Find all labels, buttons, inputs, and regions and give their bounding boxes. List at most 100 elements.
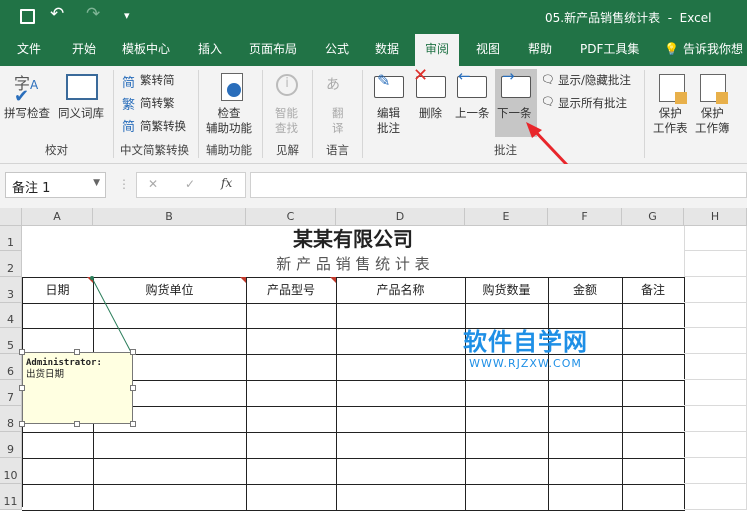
edit-comment-button[interactable]: 编辑 批注 (377, 106, 400, 136)
tab-data[interactable]: 数据 (375, 34, 399, 66)
cell[interactable] (548, 458, 623, 485)
cell[interactable] (22, 458, 94, 485)
protect-sheet-button[interactable]: 保护 工作表 (653, 106, 688, 136)
tab-templates[interactable]: 模板中心 (122, 34, 170, 66)
cell[interactable] (93, 458, 247, 485)
cell[interactable] (684, 484, 747, 510)
row-header-1[interactable]: 1 (0, 226, 22, 251)
row-header-3[interactable]: 3 (0, 277, 22, 303)
row-header-11[interactable]: 11 (0, 484, 22, 510)
name-box[interactable]: 备注 1 ▼ (5, 172, 106, 198)
cell[interactable] (246, 458, 337, 485)
resize-handle[interactable] (130, 349, 136, 355)
comment-box[interactable]: Administrator: 出货日期 (22, 352, 133, 424)
row-header-4[interactable]: 4 (0, 303, 22, 328)
cell[interactable] (622, 328, 685, 355)
cancel-icon[interactable]: ✕ (148, 177, 158, 191)
cell[interactable] (684, 354, 747, 380)
cell[interactable] (684, 226, 747, 251)
tab-review[interactable]: 审阅 (415, 34, 460, 66)
save-icon[interactable] (20, 9, 35, 24)
resize-handle[interactable] (74, 349, 80, 355)
row-header-7[interactable]: 7 (0, 380, 22, 406)
cell[interactable] (684, 380, 747, 406)
cell[interactable] (246, 406, 337, 433)
row-header-2[interactable]: 2 (0, 251, 22, 277)
cell[interactable] (336, 380, 466, 407)
column-header-A[interactable]: A (22, 208, 93, 226)
cell[interactable] (548, 380, 623, 407)
cell[interactable] (684, 251, 747, 277)
tab-view[interactable]: 视图 (476, 34, 500, 66)
formula-input[interactable] (250, 172, 747, 198)
show-hide-comment-button[interactable]: 显示/隐藏批注 (558, 73, 631, 88)
row-header-6[interactable]: 6 (0, 354, 22, 380)
column-header-E[interactable]: E (465, 208, 548, 226)
cell[interactable] (336, 354, 466, 381)
cell[interactable] (622, 458, 685, 485)
resize-handle[interactable] (19, 349, 25, 355)
cell[interactable] (684, 406, 747, 432)
cell[interactable] (684, 303, 747, 328)
cell[interactable] (622, 432, 685, 459)
cell[interactable] (465, 380, 549, 407)
row-header-10[interactable]: 10 (0, 458, 22, 484)
column-header-B[interactable]: B (93, 208, 246, 226)
cell[interactable] (684, 277, 747, 303)
translate-button[interactable]: 翻译 (332, 106, 344, 136)
cell[interactable] (465, 432, 549, 459)
customize-qat-button[interactable]: ▾ (124, 9, 130, 22)
convert-button[interactable]: 简繁转换 (140, 119, 186, 134)
cell[interactable] (246, 380, 337, 407)
cell[interactable] (465, 458, 549, 485)
resize-handle[interactable] (74, 421, 80, 427)
resize-handle[interactable] (130, 421, 136, 427)
spell-check-button[interactable]: 拼写检查 (4, 106, 50, 121)
tell-me-search[interactable]: 告诉我你想 (683, 34, 743, 66)
select-all-corner[interactable] (0, 208, 22, 226)
cell[interactable] (93, 432, 247, 459)
cell[interactable] (246, 328, 337, 355)
cell[interactable] (336, 328, 466, 355)
cell[interactable] (22, 432, 94, 459)
row-header-9[interactable]: 9 (0, 432, 22, 458)
protect-workbook-button[interactable]: 保护 工作簿 (695, 106, 730, 136)
delete-comment-button[interactable]: 删除 (419, 106, 442, 121)
cell[interactable] (684, 432, 747, 458)
cell[interactable] (684, 328, 747, 354)
resize-handle[interactable] (19, 421, 25, 427)
column-header-D[interactable]: D (336, 208, 465, 226)
thesaurus-button[interactable]: 同义词库 (58, 106, 104, 121)
cell[interactable] (465, 406, 549, 433)
column-header-G[interactable]: G (622, 208, 684, 226)
tab-formulas[interactable]: 公式 (325, 34, 349, 66)
cell[interactable] (548, 432, 623, 459)
cell[interactable] (622, 406, 685, 433)
tab-pdf-tools[interactable]: PDF工具集 (580, 34, 639, 66)
cell[interactable] (622, 380, 685, 407)
smart-lookup-button[interactable]: 智能 查找 (275, 106, 298, 136)
cell[interactable] (336, 458, 466, 485)
resize-handle[interactable] (19, 385, 25, 391)
cell[interactable] (336, 432, 466, 459)
column-header-H[interactable]: H (684, 208, 747, 226)
tab-help[interactable]: 帮助 (528, 34, 552, 66)
cell[interactable] (246, 432, 337, 459)
cell[interactable] (548, 406, 623, 433)
simplified-to-traditional-button[interactable]: 简转繁 (140, 96, 175, 111)
cell[interactable] (622, 354, 685, 381)
tab-insert[interactable]: 插入 (198, 34, 222, 66)
check-accessibility-button[interactable]: 检查 辅助功能 (206, 106, 252, 136)
column-header-F[interactable]: F (548, 208, 622, 226)
column-header-C[interactable]: C (246, 208, 336, 226)
traditional-to-simplified-button[interactable]: 繁转简 (140, 73, 175, 88)
tab-file[interactable]: 文件 (17, 34, 41, 66)
cell[interactable] (684, 458, 747, 484)
show-all-comments-button[interactable]: 显示所有批注 (558, 96, 627, 111)
enter-icon[interactable]: ✓ (185, 177, 195, 191)
cell[interactable] (246, 354, 337, 381)
row-header-8[interactable]: 8 (0, 406, 22, 432)
previous-comment-button[interactable]: 上一条 (455, 106, 490, 121)
chevron-down-icon[interactable]: ▼ (93, 178, 100, 188)
tab-page-layout[interactable]: 页面布局 (249, 34, 297, 66)
